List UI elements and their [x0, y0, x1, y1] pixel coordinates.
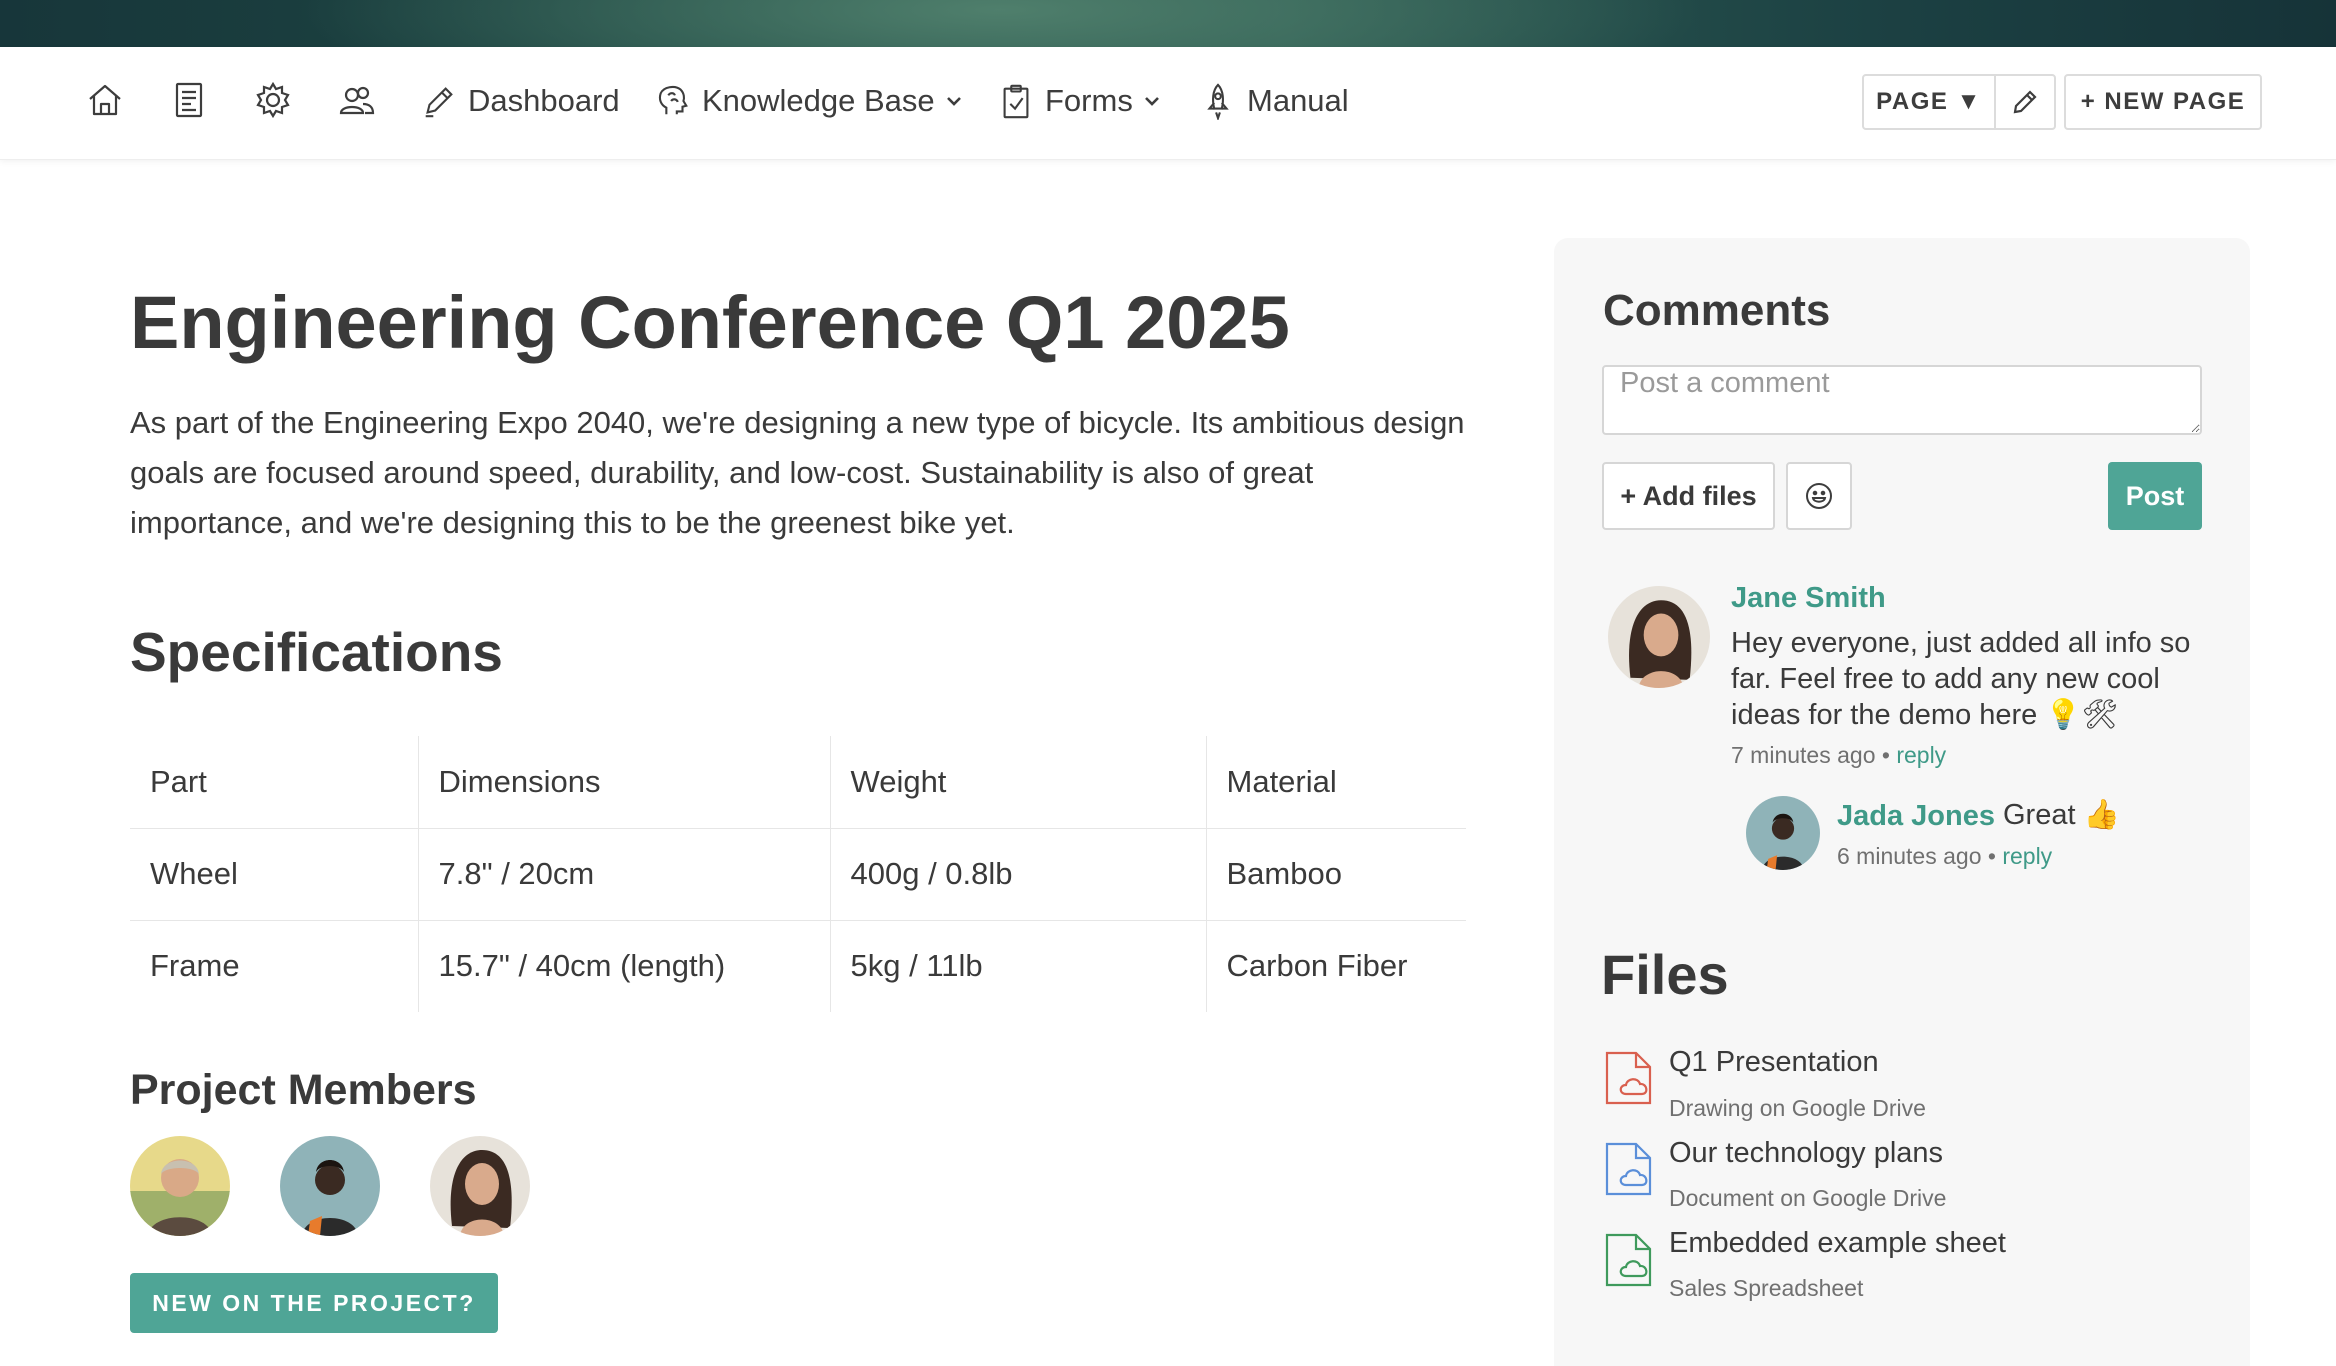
nav-knowledge-base-label: Knowledge Base	[702, 83, 935, 118]
specifications-heading: Specifications	[130, 621, 503, 683]
files-heading: Files	[1601, 943, 1729, 1006]
edit-page-button[interactable]	[1994, 74, 2056, 130]
table-cell: 400g / 0.8lb	[830, 828, 1207, 921]
member-avatar[interactable]	[280, 1136, 380, 1236]
specifications-table: Part Dimensions Weight Material Wheel 7.…	[130, 736, 1466, 1012]
reply-link[interactable]: reply	[2002, 843, 2052, 869]
comment-author[interactable]: Jane Smith	[1731, 582, 1886, 615]
brain-icon	[658, 85, 688, 115]
nav-knowledge-base[interactable]: Knowledge Base	[654, 76, 963, 126]
add-files-label: + Add files	[1620, 480, 1757, 511]
nav-manual[interactable]: Manual	[1199, 76, 1349, 126]
top-banner	[0, 0, 2336, 47]
nav-dashboard[interactable]: Dashboard	[420, 76, 620, 126]
new-page-button[interactable]: + NEW PAGE	[2064, 74, 2262, 130]
comment-text: Hey everyone, just added all info so far…	[1731, 627, 2191, 731]
home-icon[interactable]	[85, 80, 125, 120]
rocket-icon	[1207, 83, 1229, 120]
add-files-button[interactable]: + Add files	[1602, 462, 1775, 530]
chevron-down-icon	[1144, 97, 1159, 106]
nav-forms[interactable]: Forms	[997, 76, 1161, 126]
pencil-icon	[2013, 90, 2037, 114]
member-avatar[interactable]	[430, 1136, 530, 1236]
reply-link[interactable]: reply	[1896, 742, 1946, 768]
comment-input[interactable]	[1602, 365, 2202, 435]
nav-manual-label: Manual	[1247, 83, 1349, 118]
comment-time: 6 minutes ago	[1837, 843, 1982, 869]
table-header-cell: Material	[1206, 736, 1466, 829]
comment-text: Great 👍	[2003, 799, 2120, 831]
post-label: Post	[2125, 480, 2185, 511]
table-cell: Frame	[130, 920, 419, 1012]
table-cell: Carbon Fiber	[1226, 948, 1408, 984]
table-header-cell: Weight	[830, 736, 1207, 829]
comments-heading: Comments	[1603, 286, 1831, 335]
table-cell: 15.7" / 40cm (length)	[418, 920, 831, 1012]
post-button[interactable]: Post	[2108, 462, 2202, 530]
table-header-cell: Dimensions	[418, 736, 831, 829]
avatar[interactable]	[1608, 586, 1710, 688]
emoji-button[interactable]	[1786, 462, 1852, 530]
page-intro: As part of the Engineering Expo 2040, we…	[130, 405, 1465, 540]
table-cell: Wheel	[130, 828, 419, 921]
pencil-icon	[425, 87, 453, 118]
file-description: Document on Google Drive	[1669, 1185, 1947, 1211]
spreadsheet-file-icon[interactable]	[1604, 1232, 1656, 1288]
file-description: Sales Spreadsheet	[1669, 1275, 1864, 1301]
comment-time: 7 minutes ago	[1731, 742, 1876, 768]
table-cell: Bamboo	[1206, 828, 1466, 921]
page-menu-label: PAGE ▼	[1876, 88, 1982, 115]
file-name[interactable]: Q1 Presentation	[1669, 1046, 1879, 1079]
file-name[interactable]: Embedded example sheet	[1669, 1227, 2006, 1260]
table-cell: 7.8" / 20cm	[418, 828, 831, 921]
comment-meta: 6 minutes ago • reply	[1837, 843, 2052, 870]
meta-separator: •	[1881, 742, 1897, 768]
drawing-file-icon[interactable]	[1604, 1050, 1656, 1106]
project-members-heading: Project Members	[130, 1066, 477, 1114]
avatar[interactable]	[1746, 796, 1820, 870]
chevron-down-icon	[946, 97, 961, 106]
page-title: Engineering Conference Q1 2025	[130, 281, 1290, 364]
smiley-icon	[1806, 483, 1832, 509]
table-cell: 5kg / 11lb	[830, 920, 1207, 1012]
table-header-row: Part Dimensions Weight Material	[130, 736, 1466, 829]
document-file-icon[interactable]	[1604, 1141, 1656, 1197]
meta-separator: •	[1987, 843, 2003, 869]
nav-forms-label: Forms	[1045, 83, 1133, 118]
users-icon[interactable]	[337, 80, 377, 120]
page-menu-button[interactable]: PAGE ▼	[1862, 74, 1996, 130]
nav-dashboard-label: Dashboard	[468, 83, 620, 118]
comment-author[interactable]: Jada Jones	[1837, 800, 1995, 833]
table-header-cell: Part	[130, 736, 419, 829]
gear-icon[interactable]	[253, 80, 293, 120]
comment-meta: 7 minutes ago • reply	[1731, 742, 1946, 769]
table-row: Wheel 7.8" / 20cm 400g / 0.8lb Bamboo	[130, 828, 1466, 921]
new-on-project-button[interactable]: NEW ON THE PROJECT?	[130, 1273, 498, 1333]
file-description: Drawing on Google Drive	[1669, 1095, 1926, 1121]
file-name[interactable]: Our technology plans	[1669, 1137, 1943, 1170]
new-page-label: + NEW PAGE	[2080, 88, 2246, 115]
member-avatar[interactable]	[130, 1136, 230, 1236]
clipboard-icon	[1003, 84, 1029, 119]
table-row: Frame 15.7" / 40cm (length) 5kg / 11lb C…	[130, 920, 1466, 1012]
document-icon[interactable]	[169, 80, 209, 120]
